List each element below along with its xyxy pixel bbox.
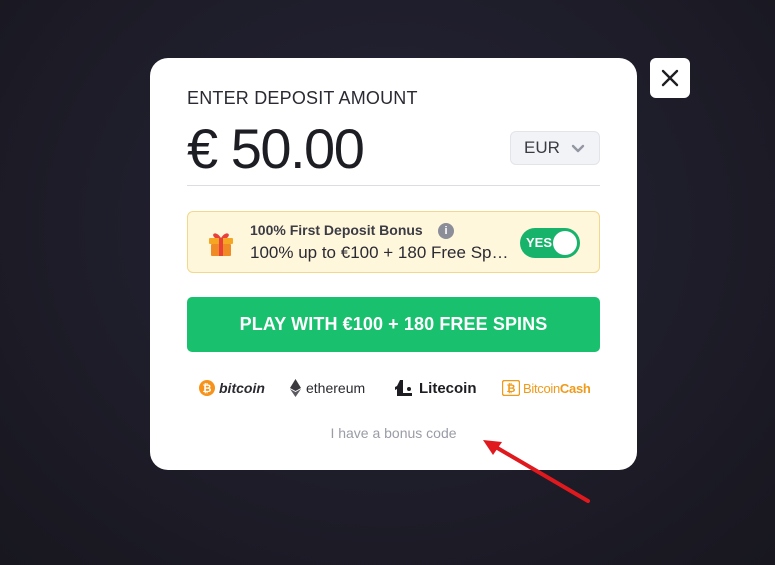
payment-bitcoin-cash: ₿ BitcoinCash xyxy=(502,374,591,402)
bonus-title: 100% First Deposit Bonus xyxy=(250,222,423,238)
bonus-offer-box: 100% First Deposit Bonus i 100% up to €1… xyxy=(187,211,600,273)
bitcoin-cash-label: BitcoinCash xyxy=(523,381,591,396)
amount-input[interactable]: € 50.00 xyxy=(187,116,365,181)
bitcoin-cash-label-part2: Cash xyxy=(559,380,591,396)
toggle-label: YES xyxy=(526,235,553,250)
amount-row: € 50.00 EUR xyxy=(187,114,600,186)
currency-value: EUR xyxy=(524,138,560,157)
bonus-description: 100% up to €100 + 180 Free Spins xyxy=(250,243,512,262)
close-icon xyxy=(661,69,679,87)
annotation-arrow-icon xyxy=(483,440,590,503)
payment-litecoin: Litecoin xyxy=(395,374,477,402)
bitcoin-logo: ₿ xyxy=(199,380,215,396)
bitcoin-cash-label-part1: Bitcoin xyxy=(523,380,560,396)
info-icon[interactable]: i xyxy=(438,223,454,239)
gift-icon xyxy=(209,233,233,256)
ethereum-label: ethereum xyxy=(306,380,366,396)
chevron-down-icon xyxy=(571,144,585,153)
deposit-title: ENTER DEPOSIT AMOUNT xyxy=(187,88,418,108)
payment-bitcoin: ₿ bitcoin xyxy=(199,374,265,402)
litecoin-label: Litecoin xyxy=(419,379,477,397)
bitcoin-cash-logo: ₿ xyxy=(502,380,520,396)
toggle-knob xyxy=(553,231,577,255)
payment-methods: ₿ bitcoin ethereum Litecoin ₿ BitcoinCas… xyxy=(187,374,600,402)
bitcoin-label: bitcoin xyxy=(219,380,265,396)
ethereum-logo xyxy=(290,379,301,397)
svg-text:₿: ₿ xyxy=(507,383,516,395)
close-button[interactable] xyxy=(650,58,690,98)
currency-select[interactable]: EUR xyxy=(510,131,600,165)
bonus-toggle[interactable]: YES xyxy=(520,228,580,258)
payment-ethereum: ethereum xyxy=(290,374,365,402)
deposit-modal: ENTER DEPOSIT AMOUNT € 50.00 EUR 100% Fi… xyxy=(150,58,637,470)
litecoin-logo xyxy=(395,380,412,396)
svg-text:₿: ₿ xyxy=(203,383,212,395)
play-button[interactable]: PLAY WITH €100 + 180 FREE SPINS xyxy=(187,297,600,352)
